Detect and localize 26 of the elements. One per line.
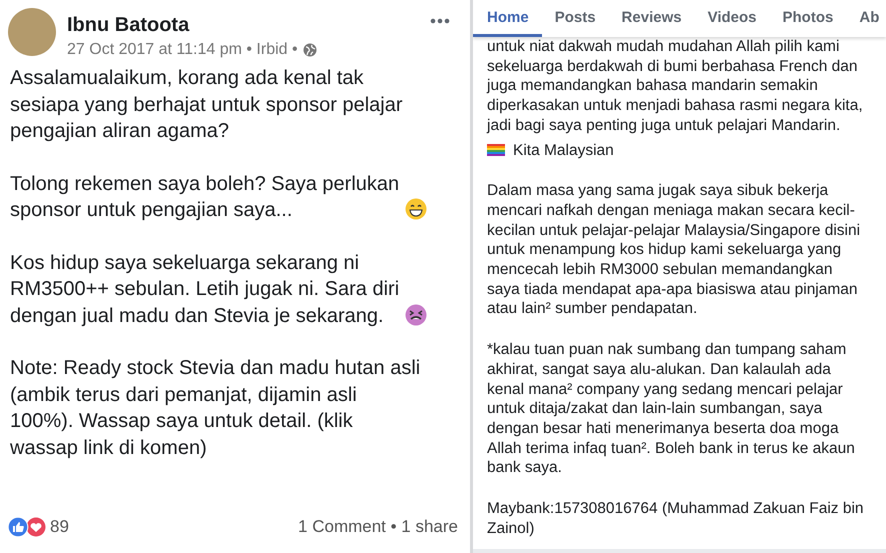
page-tab[interactable]: Photos bbox=[770, 0, 846, 37]
globe-icon bbox=[302, 43, 317, 57]
more-options-icon[interactable] bbox=[430, 18, 450, 24]
grinning-face-icon bbox=[405, 198, 428, 220]
avatar[interactable] bbox=[8, 8, 56, 56]
page-tab[interactable]: Ab bbox=[846, 0, 886, 37]
post-timestamp: 27 Oct 2017 at 11:14 pm • Irbid • bbox=[67, 41, 298, 59]
page-tab[interactable]: Videos bbox=[694, 0, 770, 37]
post-paragraph: Note: Ready stock Stevia dan madu hutan asli (ambik terus dari pemanjat, dijamin asli 100%). Wassap saya untuk detail. (klik wassap link di komen) bbox=[10, 356, 420, 460]
author-name[interactable]: Ibnu Batoota bbox=[67, 14, 419, 37]
post-paragraph: Tolong rekemen saya boleh? Saya perlukan sponsor untuk pengajian saya... bbox=[10, 172, 400, 223]
reaction-count[interactable]: 89 bbox=[50, 517, 69, 537]
post-paragraph: Kos hidup saya sekeluarga sekarang ni RM3500++ sebulan. Letih jugak ni. Sara diri dengan jual madu dan Stevia je sekarang. bbox=[10, 250, 400, 328]
post-paragraph: Assalamualaikum, korang ada kenal tak sesiapa yang berhajat untuk sponsor pelajar pengajian aliran agama? bbox=[10, 66, 402, 144]
post-paragraph: Maybank:157308016764 (Muhammad Zakuan Faiz bin Zainol) bbox=[487, 499, 865, 538]
page-tab[interactable]: Home bbox=[473, 0, 542, 37]
like-love-reactions-icon bbox=[8, 517, 46, 537]
post-paragraph: *kalau tuan puan nak sumbang dan tumpang saham akhirat, sangat saya alu-alukan. Dan kalaulah ada kenal mana² company yang sedang mencari pelajar untuk ditaja/zakat dan lain-lain sumbangan, saya dengan besar hati menerimanya beserta doa moga Allah terima infaq tuan². Boleh bank in terus ke akaun bank saya. bbox=[487, 340, 856, 478]
page-tab[interactable]: Reviews bbox=[608, 0, 695, 37]
flag-label: Kita Malaysian bbox=[513, 140, 614, 160]
comments-shares-count[interactable]: 1 Comment • 1 share bbox=[298, 517, 458, 537]
rainbow-flag-icon bbox=[487, 144, 505, 156]
post-paragraph: Dalam masa yang sama jugak saya sibuk bekerja mencari nafkah dengan meniaga makan secara kecil- kecilan untuk pelajar-pelajar Malaysia/Singapore disini untuk menampung kos hidup kami sekeluarga yang mencecah lebih RM3000 sebulan memandangkan saya tiada mendapat apa-apa biasiswa atau pinjaman atau lain² sumber pendapatan. bbox=[487, 181, 862, 320]
page-tab[interactable]: Posts bbox=[542, 0, 609, 37]
tired-face-icon bbox=[405, 304, 428, 326]
post-paragraph: untuk niat dakwah mudah mudahan Allah pilih kami sekeluarga berdakwah di bumi berbahasa French dan juga memandangkan bahasa mandarin semakin diperkasakan untuk menjadi bahasa rasmi negara kita, jadi bagi saya penting juga untuk pelajari Mandarin. bbox=[487, 37, 864, 136]
